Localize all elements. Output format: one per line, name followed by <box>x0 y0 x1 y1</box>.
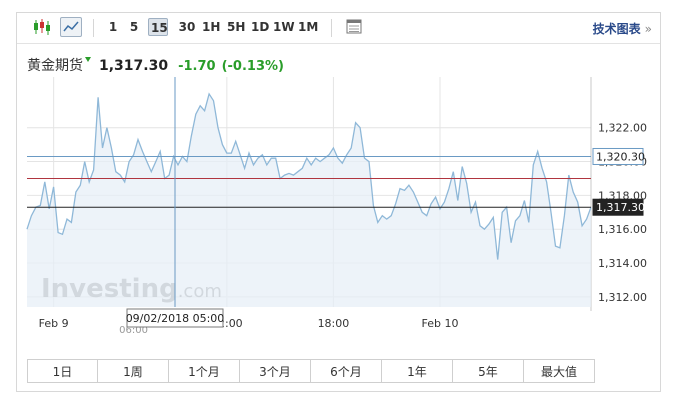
y-tick-label: 1,322.00 <box>598 122 647 135</box>
price-chart[interactable]: Investing.com1,312.001,314.001,316.001,3… <box>17 13 660 359</box>
crosshair-date-label: 09/02/2018 05:00 <box>126 312 225 325</box>
x-tick-label: Feb 9 <box>39 317 69 330</box>
period-3-month-button[interactable]: 3个月 <box>240 359 311 383</box>
period-1-day-button[interactable]: 1日 <box>27 359 98 383</box>
blue-level-label: 1,320.30 <box>596 150 645 163</box>
period-1-month-button[interactable]: 1个月 <box>169 359 240 383</box>
period-5-year-button[interactable]: 5年 <box>453 359 524 383</box>
period-selector: 1日 1周 1个月 3个月 6个月 1年 5年 最大值 <box>17 359 660 383</box>
chart-widget: 1 5 15 30 1H 5H 1D 1W 1M 技术图表» 黄金期货 1,317.30 -1.70… <box>16 12 661 392</box>
y-tick-label: 1,312.00 <box>598 291 647 304</box>
x-tick-label: Feb 10 <box>422 317 459 330</box>
x-tick-label: 18:00 <box>318 317 350 330</box>
period-1-year-button[interactable]: 1年 <box>382 359 453 383</box>
y-tick-label: 1,316.00 <box>598 223 647 236</box>
y-tick-label: 1,314.00 <box>598 257 647 270</box>
black-level-label: 1,317.30 <box>596 201 645 214</box>
period-max-button[interactable]: 最大值 <box>524 359 595 383</box>
period-1-week-button[interactable]: 1周 <box>98 359 169 383</box>
period-6-month-button[interactable]: 6个月 <box>311 359 382 383</box>
